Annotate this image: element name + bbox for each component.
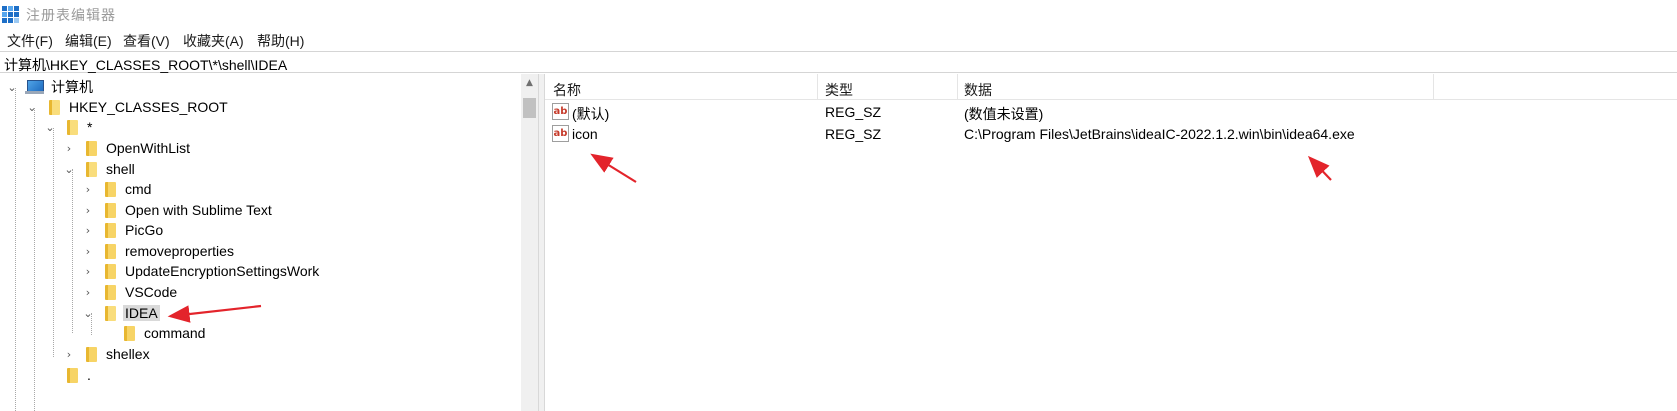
menu-help[interactable]: 帮助(H) [257,31,304,51]
column-header-name[interactable]: 名称 [553,80,581,100]
list-header: 名称 类型 数据 [545,74,1677,100]
tree-item-label: command [144,325,206,341]
folder-icon [67,119,78,135]
folder-icon [124,325,135,341]
tree-item-label: * [87,119,93,135]
column-header-data[interactable]: 数据 [964,80,992,100]
tree-item-openwithlist[interactable]: › OpenWithList [62,138,190,158]
chevron-right-icon[interactable]: › [62,138,76,158]
pane-splitter[interactable] [538,74,545,411]
column-header-type[interactable]: 类型 [825,80,853,100]
menu-file[interactable]: 文件(F) [7,31,53,51]
address-path[interactable]: 计算机\HKEY_CLASSES_ROOT\*\shell\IDEA [4,55,287,75]
value-row-default[interactable]: ab (默认) REG_SZ (数值未设置) [545,101,1677,123]
tree-scrollbar[interactable]: ▲ [521,74,538,411]
chevron-down-icon[interactable]: ⌄ [62,159,76,179]
value-row-icon[interactable]: ab icon REG_SZ C:\Program Files\JetBrain… [545,123,1677,145]
value-data: C:\Program Files\JetBrains\ideaIC-2022.1… [964,126,1355,142]
menu-favorites[interactable]: 收藏夹(A) [183,31,244,51]
folder-icon [86,161,97,177]
folder-icon [105,263,116,279]
tree-item-updateencryption[interactable]: › UpdateEncryptionSettingsWork [81,261,320,281]
folder-icon [86,346,97,362]
string-value-icon: ab [552,125,569,142]
title-bar: 注册表编辑器 [0,0,1677,28]
tree-item-label: HKEY_CLASSES_ROOT [69,99,228,115]
scroll-thumb[interactable] [523,98,536,118]
chevron-right-icon[interactable]: › [81,179,95,199]
tree-item-label: VSCode [125,284,178,300]
value-name: icon [572,126,598,142]
tree-item-picgo[interactable]: › PicGo [81,220,163,240]
tree-item-shell[interactable]: ⌄ shell [62,159,135,179]
tree-item-star[interactable]: ⌄ * [43,117,92,137]
value-name: (默认) [572,106,610,122]
tree-item-label: . [87,367,91,383]
folder-icon [105,305,116,321]
folder-icon [105,243,116,259]
tree-item-label: cmd [125,181,152,197]
menu-edit[interactable]: 编辑(E) [65,31,112,51]
tree-item-shellex[interactable]: › shellex [62,344,150,364]
tree-item-label: shell [106,161,135,177]
tree-item-label: shellex [106,346,150,362]
value-type: REG_SZ [825,126,882,142]
chevron-right-icon[interactable]: › [62,344,76,364]
value-data: (数值未设置) [964,106,1044,122]
scroll-up-icon[interactable]: ▲ [521,74,538,91]
chevron-right-icon[interactable]: › [81,282,95,302]
tree-item-removeproperties[interactable]: › removeproperties [81,241,234,261]
tree-connector [34,108,35,411]
tree-item-label: Open with Sublime Text [125,202,272,218]
values-list: 名称 类型 数据 ab (默认) REG_SZ (数值未设置) ab icon … [545,74,1677,411]
column-divider[interactable] [817,74,818,100]
tree-item-vscode[interactable]: › VSCode [81,282,177,302]
column-divider[interactable] [957,74,958,100]
folder-icon [105,202,116,218]
tree-item-command[interactable]: command [100,323,205,343]
tree-connector [15,88,16,411]
folder-icon [105,222,116,238]
chevron-right-icon[interactable]: › [81,200,95,220]
tree-connector [72,169,73,333]
menu-view[interactable]: 查看(V) [123,31,170,51]
computer-icon [25,80,45,94]
value-type: REG_SZ [825,104,882,120]
chevron-down-icon[interactable]: ⌄ [81,303,95,323]
chevron-down-icon[interactable]: ⌄ [43,117,57,137]
window-title: 注册表编辑器 [26,7,116,23]
column-divider[interactable] [1433,74,1434,100]
folder-icon [105,181,116,197]
tree-item-label: removeproperties [125,243,234,259]
folder-icon [86,140,97,156]
string-value-icon: ab [552,103,569,120]
tree-item-label: OpenWithList [106,140,191,156]
tree-item-open-with-sublime[interactable]: › Open with Sublime Text [81,200,272,220]
tree-item-label: PicGo [125,222,164,238]
folder-icon [67,367,78,383]
folder-icon [105,284,116,300]
tree-item-label: UpdateEncryptionSettingsWork [125,263,320,279]
chevron-right-icon[interactable]: › [81,220,95,240]
chevron-down-icon[interactable]: ⌄ [5,77,19,97]
tree-connector [53,128,54,357]
tree-item-label: IDEA [123,305,160,321]
tree-item-label: 计算机 [51,79,93,95]
chevron-right-icon[interactable]: › [81,261,95,281]
chevron-right-icon[interactable]: › [81,241,95,261]
address-bar[interactable]: 计算机\HKEY_CLASSES_ROOT\*\shell\IDEA [0,51,1677,73]
tree-item-cmd[interactable]: › cmd [81,179,152,199]
registry-tree: ⌄ 计算机 ⌄ HKEY_CLASSES_ROOT ⌄ * › OpenWith… [0,74,521,411]
chevron-down-icon[interactable]: ⌄ [25,97,39,117]
tree-item-computer[interactable]: ⌄ 计算机 [5,77,93,97]
tree-item-dot[interactable]: . [43,365,91,385]
registry-editor-icon [2,6,19,23]
menu-bar: 文件(F) 编辑(E) 查看(V) 收藏夹(A) 帮助(H) [0,28,1677,50]
tree-item-idea[interactable]: ⌄ IDEA [81,303,160,323]
folder-icon [49,99,60,115]
tree-item-hkey-classes-root[interactable]: ⌄ HKEY_CLASSES_ROOT [25,97,228,117]
